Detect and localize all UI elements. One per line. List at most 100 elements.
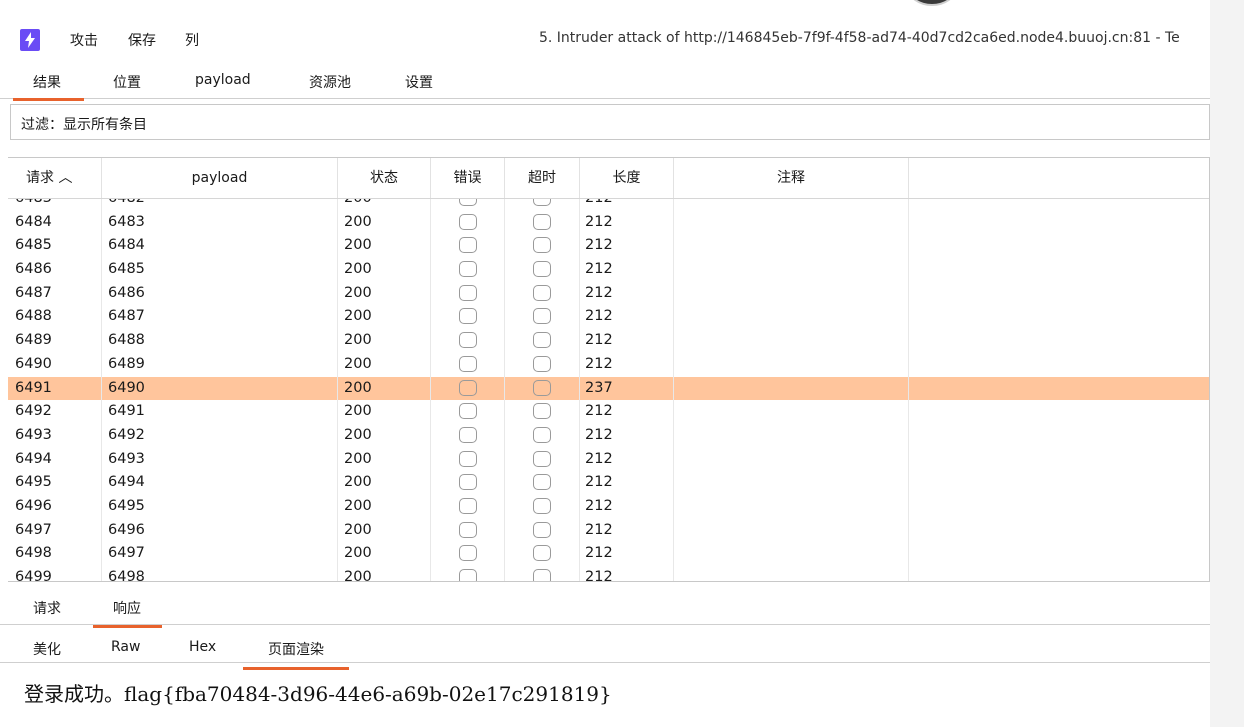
cell-payload: 6492 xyxy=(108,426,145,443)
header-comment[interactable]: 注释 xyxy=(674,158,909,198)
table-row[interactable]: 6489 6488 200 212 xyxy=(8,329,1209,353)
tab-render[interactable]: 页面渲染 xyxy=(243,639,349,670)
cell-payload: 6487 xyxy=(108,308,145,325)
cell-status: 200 xyxy=(344,261,372,278)
tab-results[interactable]: 结果 xyxy=(13,72,84,101)
cell-status: 200 xyxy=(344,569,372,582)
table-row[interactable]: 6497 6496 200 212 xyxy=(8,519,1209,543)
tab-hex[interactable]: Hex xyxy=(189,639,216,655)
cell-length: 212 xyxy=(585,545,613,562)
cell-request: 6488 xyxy=(15,308,52,325)
tab-response[interactable]: 响应 xyxy=(93,598,162,628)
table-row[interactable]: 6483 6482 200 212 xyxy=(8,198,1209,211)
timeout-checkbox xyxy=(533,426,551,443)
error-checkbox xyxy=(459,308,477,325)
cell-request: 6489 xyxy=(15,332,52,349)
cell-length: 212 xyxy=(585,308,613,325)
header-timeout[interactable]: 超时 xyxy=(505,158,580,198)
cell-request: 6486 xyxy=(15,261,52,278)
cell-request: 6490 xyxy=(15,355,52,372)
timeout-checkbox xyxy=(533,403,551,420)
menu-attack[interactable]: 攻击 xyxy=(70,30,98,50)
cell-length: 212 xyxy=(585,426,613,443)
cell-payload: 6498 xyxy=(108,569,145,582)
cell-length: 212 xyxy=(585,261,613,278)
burp-lightning-icon xyxy=(20,29,40,51)
cell-payload: 6489 xyxy=(108,355,145,372)
error-checkbox xyxy=(459,284,477,301)
table-row[interactable]: 6492 6491 200 212 xyxy=(8,400,1209,424)
table-row[interactable]: 6488 6487 200 212 xyxy=(8,305,1209,329)
cell-length: 212 xyxy=(585,497,613,514)
cell-payload: 6490 xyxy=(108,379,145,396)
rendered-response: 登录成功。flag{fba70484-3d96-44e6-a69b-02e17c… xyxy=(24,682,612,706)
error-checkbox xyxy=(459,545,477,562)
cell-length: 212 xyxy=(585,237,613,254)
header-length[interactable]: 长度 xyxy=(580,158,674,198)
table-header: 请求 ︿ payload 状态 错误 超时 长度 注释 xyxy=(8,158,1209,199)
cell-payload: 6491 xyxy=(108,403,145,420)
tab-positions[interactable]: 位置 xyxy=(113,72,141,92)
table-row[interactable]: 6498 6497 200 212 xyxy=(8,542,1209,566)
cell-status: 200 xyxy=(344,213,372,230)
table-row[interactable]: 6495 6494 200 212 xyxy=(8,471,1209,495)
table-row[interactable]: 6484 6483 200 212 xyxy=(8,211,1209,235)
timeout-checkbox xyxy=(533,569,551,581)
cell-length: 212 xyxy=(585,450,613,467)
cell-payload: 6495 xyxy=(108,497,145,514)
header-status[interactable]: 状态 xyxy=(338,158,431,198)
cell-payload: 6482 xyxy=(108,198,145,206)
timeout-checkbox xyxy=(533,213,551,230)
cell-status: 200 xyxy=(344,521,372,538)
cell-status: 200 xyxy=(344,545,372,562)
cell-payload: 6497 xyxy=(108,545,145,562)
cell-request: 6499 xyxy=(15,569,52,582)
table-row[interactable]: 6485 6484 200 212 xyxy=(8,234,1209,258)
table-row-selected[interactable]: 6491 6490 200 237 xyxy=(8,376,1209,401)
cell-status: 200 xyxy=(344,198,372,206)
window-title: 5. Intruder attack of http://146845eb-7f… xyxy=(539,30,1180,46)
response-view-tabs: 美化 Raw Hex 页面渲染 xyxy=(0,628,1210,670)
cell-length: 212 xyxy=(585,521,613,538)
table-body: 6483 6482 200 212 6484 6483 200 212 6485 6484 200 2… xyxy=(8,198,1209,582)
cell-request: 6487 xyxy=(15,284,52,301)
results-tabs: 结果 位置 payload 资源池 设置 xyxy=(0,64,1210,101)
timeout-checkbox xyxy=(533,545,551,562)
cell-request: 6495 xyxy=(15,474,52,491)
cell-status: 200 xyxy=(344,450,372,467)
tab-pretty[interactable]: 美化 xyxy=(33,639,61,659)
table-row[interactable]: 6499 6498 200 212 xyxy=(8,566,1209,582)
table-row[interactable]: 6493 6492 200 212 xyxy=(8,424,1209,448)
error-checkbox xyxy=(459,237,477,254)
cell-status: 200 xyxy=(344,237,372,254)
tab-settings[interactable]: 设置 xyxy=(405,72,433,92)
cell-request: 6484 xyxy=(15,213,52,230)
header-request[interactable]: 请求 ︿ xyxy=(8,158,102,198)
cell-request: 6485 xyxy=(15,237,52,254)
tab-resource-pool[interactable]: 资源池 xyxy=(309,72,351,92)
timeout-checkbox xyxy=(533,355,551,372)
table-row[interactable]: 6490 6489 200 212 xyxy=(8,353,1209,377)
tab-request[interactable]: 请求 xyxy=(33,598,61,618)
timeout-checkbox xyxy=(533,284,551,301)
error-checkbox xyxy=(459,569,477,581)
error-checkbox xyxy=(459,355,477,372)
menu-columns[interactable]: 列 xyxy=(185,30,199,50)
cell-status: 200 xyxy=(344,355,372,372)
window-edge xyxy=(1210,0,1244,727)
filter-bar[interactable]: 过滤：显示所有条目 xyxy=(10,104,1210,140)
error-checkbox xyxy=(459,426,477,443)
menu-save[interactable]: 保存 xyxy=(128,30,156,50)
timeout-checkbox xyxy=(533,474,551,491)
tab-payload[interactable]: payload xyxy=(195,72,251,88)
error-checkbox xyxy=(459,497,477,514)
table-row[interactable]: 6494 6493 200 212 xyxy=(8,448,1209,472)
table-row[interactable]: 6486 6485 200 212 xyxy=(8,258,1209,282)
header-payload[interactable]: payload xyxy=(102,158,338,198)
table-row[interactable]: 6496 6495 200 212 xyxy=(8,495,1209,519)
cell-payload: 6484 xyxy=(108,237,145,254)
table-row[interactable]: 6487 6486 200 212 xyxy=(8,282,1209,306)
header-error[interactable]: 错误 xyxy=(431,158,505,198)
cell-status: 200 xyxy=(344,379,372,396)
tab-raw[interactable]: Raw xyxy=(111,639,140,655)
